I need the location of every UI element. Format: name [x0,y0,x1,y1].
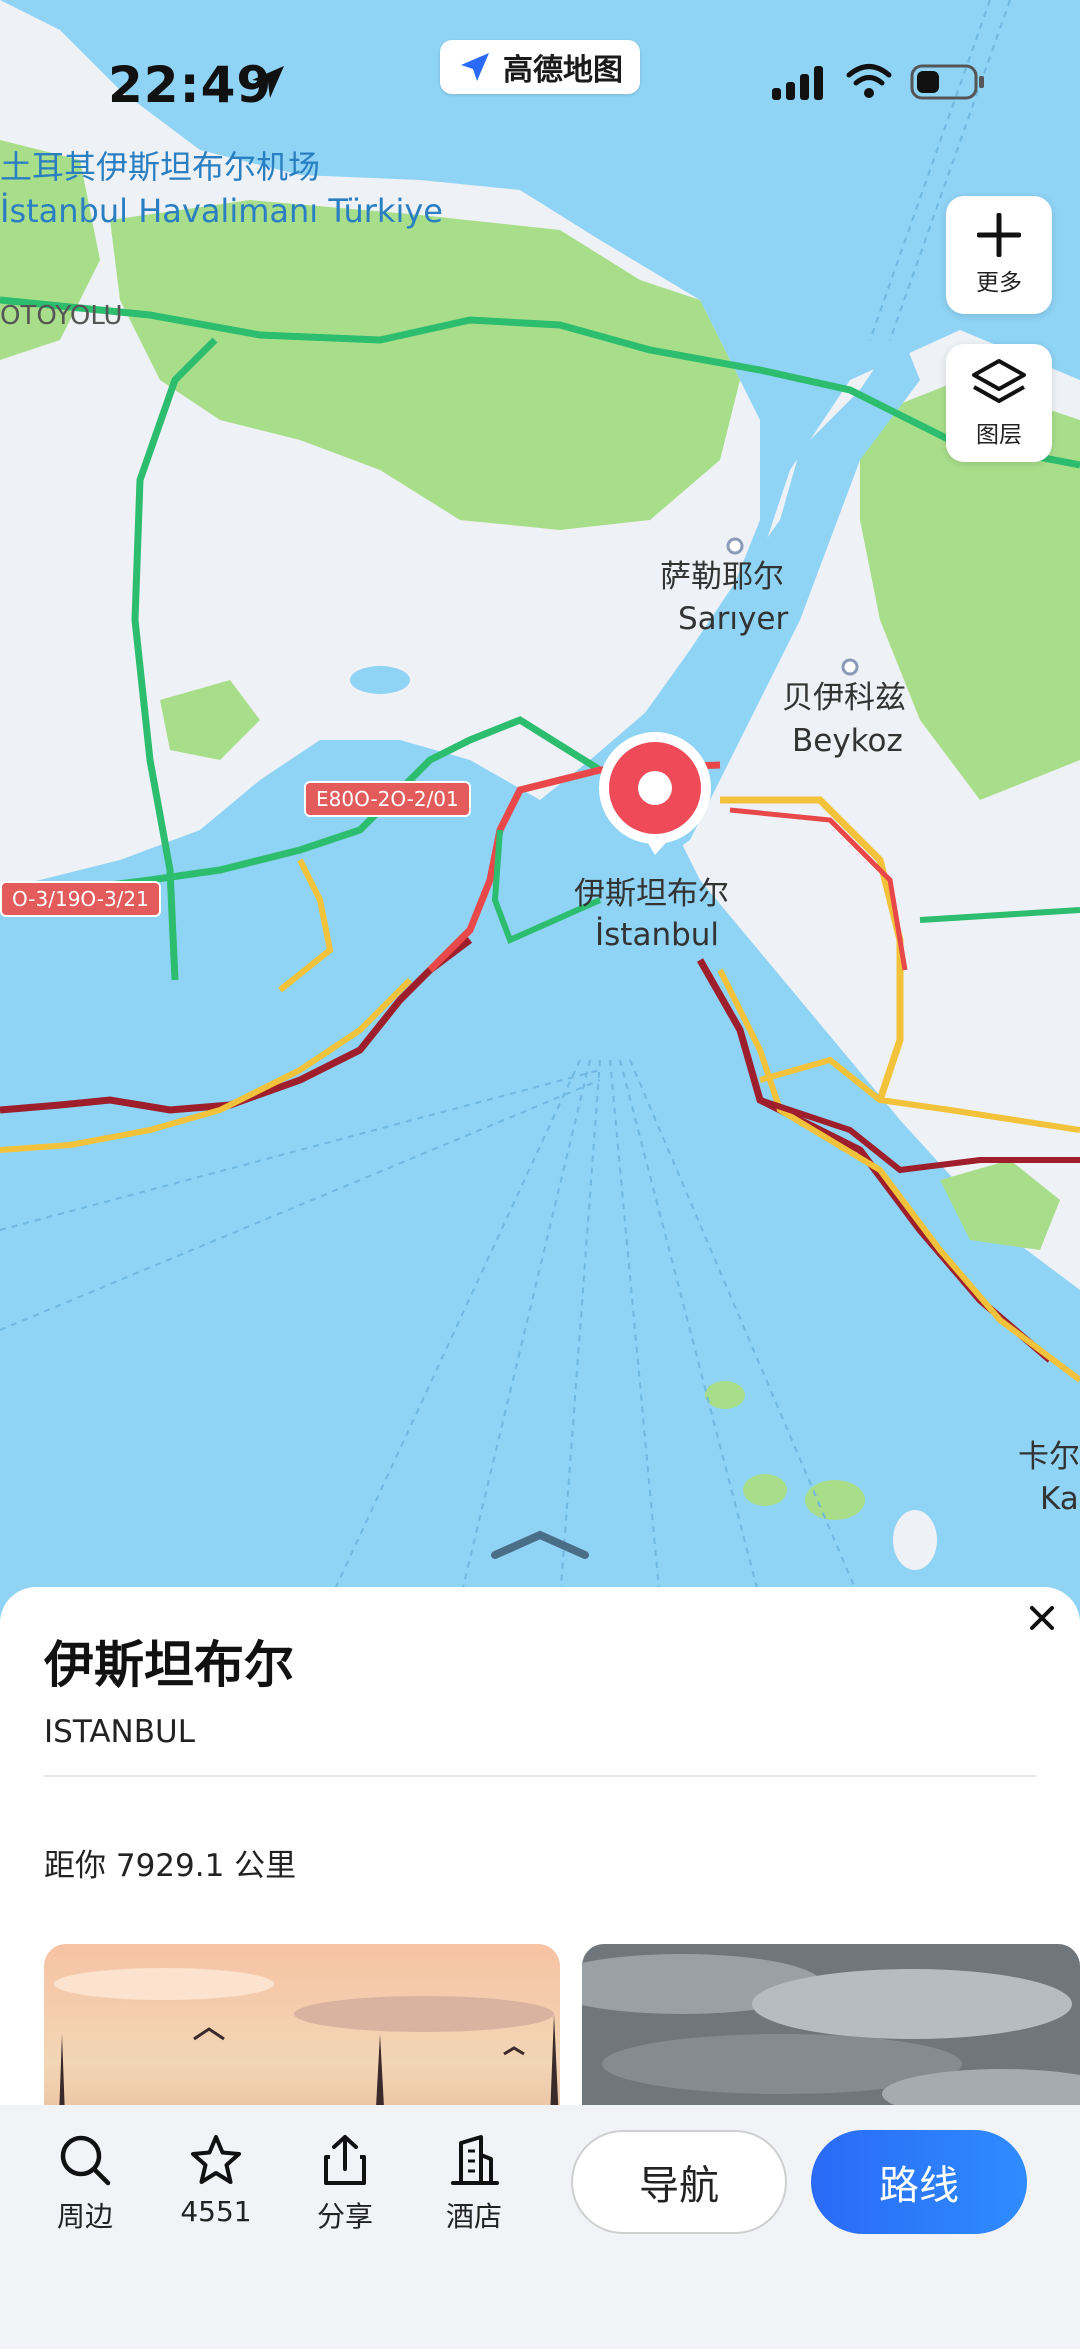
share-label: 分享 [316,2200,373,2233]
close-icon[interactable] [1022,1598,1062,1638]
favorites-count: 4551 [180,2195,252,2228]
layers-label: 图层 [976,422,1022,448]
location-arrow-icon [252,66,284,98]
app-name-pill[interactable]: 高德地图 [440,40,640,94]
map-label-road: OTOYOLU [0,301,123,331]
place-title: 伊斯坦布尔 [44,1636,294,1694]
map-label-beykoz-cn[interactable]: 贝伊科兹 [782,677,906,719]
hotel-label: 酒店 [445,2200,502,2233]
navigate-button[interactable]: 导航 [571,2130,787,2234]
nearby-label: 周边 [56,2200,113,2233]
favorite-button[interactable]: 4551 [161,2133,271,2228]
road-shield-e80: E80O-2O-2/01 [304,781,471,817]
road-shield-o3: O-3/19O-3/21 [0,881,161,917]
app-name-label: 高德地图 [503,53,623,88]
cellular-signal-icon [772,66,823,100]
route-button[interactable]: 路线 [811,2130,1027,2234]
battery-icon [910,64,984,100]
layers-icon [972,359,1026,403]
share-button[interactable]: 分享 [290,2133,400,2235]
map-label-istanbul-cn[interactable]: 伊斯坦布尔 [574,873,729,915]
map-label-kartal-en[interactable]: Ka [1040,1478,1079,1520]
amap-logo-icon [461,53,489,81]
more-button[interactable]: 更多 [946,196,1052,314]
map-label-sariyer-cn[interactable]: 萨勒耶尔 [660,556,784,598]
map-canvas[interactable] [0,0,1080,1600]
hotel-button[interactable]: 酒店 [419,2133,529,2235]
map-label-sariyer-en[interactable]: Sarıyer [678,598,788,640]
map-label-airport-en[interactable]: İstanbul Havalimanı Türkiye [0,190,443,232]
wifi-icon [846,64,892,98]
star-icon [191,2135,241,2184]
search-icon [60,2135,111,2186]
distance-text: 距你 7929.1 公里 [44,1848,297,1884]
layers-button[interactable]: 图层 [946,344,1052,462]
hotel-building-icon [451,2135,499,2185]
map-label-beykoz-en[interactable]: Beykoz [792,720,903,762]
place-subtitle: ISTANBUL [44,1714,195,1750]
plus-icon [977,213,1021,257]
map-label-istanbul-en[interactable]: İstanbul [595,914,719,956]
more-label: 更多 [976,270,1022,296]
share-icon [324,2135,366,2185]
divider [44,1775,1036,1777]
status-bar: 22:49 高德地图 [0,0,1080,170]
nearby-button[interactable]: 周边 [30,2133,140,2235]
map-label-kartal-cn[interactable]: 卡尔 [1018,1436,1080,1478]
